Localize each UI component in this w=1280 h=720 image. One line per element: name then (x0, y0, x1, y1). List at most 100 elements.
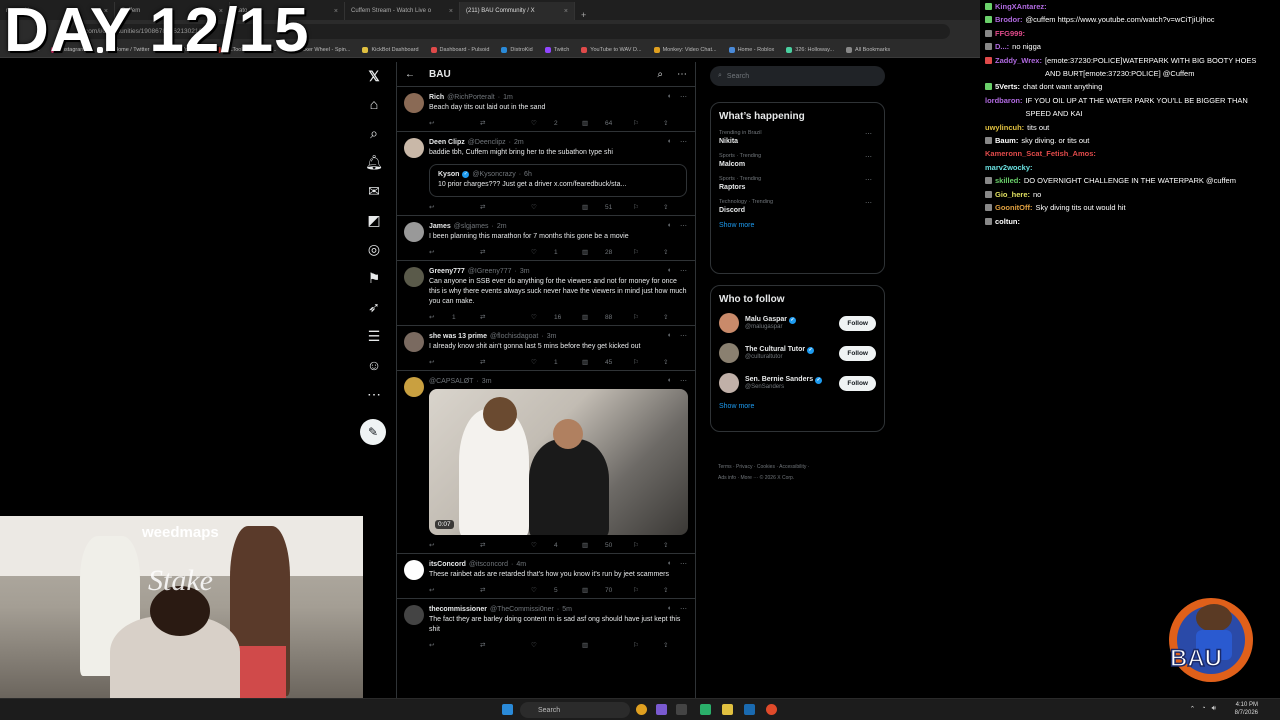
trend-item[interactable]: Technology · Trending Discord ⋯ (719, 199, 876, 214)
views-button[interactable]: ▥ 70 (582, 586, 625, 595)
chat-username[interactable]: Kameronn_Scat_Fetish_Amos: (985, 147, 1096, 160)
follow-button[interactable]: Follow (839, 375, 876, 391)
post-author-handle[interactable]: @CAPSALØT (429, 378, 473, 385)
bookmark-icon[interactable]: ⚐ (633, 248, 653, 256)
reply-button[interactable]: ↩ 1 (429, 313, 472, 322)
bookmark-item[interactable]: DistroKid (501, 46, 533, 53)
back-arrow-icon[interactable]: ← (405, 69, 415, 80)
quoted-post[interactable]: Kyson ✓ @Kysoncrazy · 6h 10 prior charges??? … (429, 164, 687, 197)
chat-username[interactable]: 5Verts: (995, 80, 1020, 93)
views-button[interactable]: ▥ 64 (582, 119, 625, 128)
close-icon[interactable]: × (449, 8, 453, 15)
post-author-name[interactable]: itsConcord (429, 561, 466, 568)
chat-username[interactable]: marv2wocky: (985, 161, 1033, 174)
post-author-handle[interactable]: @flochisdagoat (490, 333, 538, 340)
bookmark-icon[interactable]: ⚐ (633, 358, 653, 366)
post[interactable]: Rich @RichPorteralt · 1m ◐ ⋯ Beach day tits ou… (397, 86, 695, 131)
chat-username[interactable]: D...: (995, 40, 1009, 53)
grok-icon[interactable]: ◩ (364, 210, 384, 230)
bookmark-item[interactable]: 326: Holloway... (786, 46, 834, 53)
discord-icon[interactable] (656, 704, 667, 715)
app-icon[interactable] (676, 704, 687, 715)
post-author-handle[interactable]: @IGreeny777 (468, 268, 512, 275)
like-button[interactable]: ♡ 4 (531, 541, 574, 550)
taskbar-clock[interactable]: 4:10 PM 8/7/2026 (1235, 701, 1258, 717)
reply-button[interactable]: ↩ (429, 641, 472, 649)
more-icon[interactable]: ⋯ (680, 605, 687, 613)
avatar[interactable] (404, 138, 424, 158)
trend-item[interactable]: Trending in Brazil Nikita ⋯ (719, 130, 876, 145)
profile-icon[interactable]: ☺ (364, 355, 384, 375)
post[interactable]: itsConcord @itsconcord · 4m ◐ ⋯ These rainbet … (397, 553, 695, 598)
quoted-post-time[interactable]: 6h (524, 171, 532, 178)
close-icon[interactable]: × (334, 8, 338, 15)
avatar[interactable] (719, 373, 739, 393)
chrome-icon[interactable] (766, 704, 777, 715)
chat-username[interactable]: Gio_here: (995, 188, 1030, 201)
grok-icon[interactable]: ◐ (668, 267, 672, 275)
views-button[interactable]: ▥ 88 (582, 313, 625, 322)
app-icon[interactable] (700, 704, 711, 715)
bookmark-icon[interactable]: ⚐ (633, 313, 653, 321)
post-time[interactable]: 2m (514, 139, 524, 146)
post-time[interactable]: 3m (520, 268, 530, 275)
more-icon[interactable]: ⋯ (680, 560, 687, 568)
post-author-handle[interactable]: @itsconcord (469, 561, 508, 568)
post-time[interactable]: 5m (562, 606, 572, 613)
like-button[interactable]: ♡ 5 (531, 586, 574, 595)
retweet-button[interactable]: ⇄ (480, 248, 523, 256)
post-author-name[interactable]: thecommissioner (429, 606, 487, 613)
views-button[interactable]: ▥ 45 (582, 358, 625, 367)
explore-icon[interactable]: ⌕ (364, 123, 384, 143)
chat-username[interactable]: lordbaron: (985, 94, 1023, 121)
trend-item[interactable]: Sports · Trending Malcom ⋯ (719, 153, 876, 168)
grok-icon[interactable]: ◐ (668, 222, 672, 230)
x-logo-icon[interactable]: 𝕏 (364, 66, 384, 86)
post-author-handle[interactable]: @RichPorteralt (447, 94, 495, 101)
search-input[interactable]: ⌕ Search (710, 66, 885, 86)
avatar[interactable] (404, 267, 424, 287)
start-icon[interactable] (502, 704, 513, 715)
reply-button[interactable]: ↩ (429, 358, 472, 366)
more-icon[interactable]: ⋯ (364, 384, 384, 404)
bookmark-item[interactable]: Home - Roblox (728, 46, 774, 53)
bookmark-icon[interactable]: ⚐ (633, 641, 653, 649)
bookmark-item[interactable]: All Bookmarks (846, 46, 890, 53)
post-time[interactable]: 3m (547, 333, 557, 340)
more-icon[interactable]: ⋯ (680, 332, 687, 340)
more-icon[interactable]: ⋯ (865, 153, 872, 161)
share-icon[interactable]: ⇪ (663, 586, 683, 594)
post-video[interactable]: 0:07 (429, 389, 688, 535)
chat-username[interactable]: KingXAntarez: (995, 0, 1047, 13)
quoted-author-name[interactable]: Kyson (438, 171, 459, 178)
retweet-button[interactable]: ⇄ (480, 586, 523, 594)
like-button[interactable]: ♡ 1 (531, 358, 574, 367)
show-more-link[interactable]: Show more (719, 403, 876, 410)
retweet-button[interactable]: ⇄ (480, 641, 523, 649)
home-icon[interactable]: ⌂ (364, 94, 384, 114)
system-tray[interactable]: ⌃ ◔ 🔊︎ (1189, 705, 1216, 713)
follow-button[interactable]: Follow (839, 345, 876, 361)
avatar[interactable] (404, 560, 424, 580)
chat-username[interactable]: FFG999: (995, 27, 1025, 40)
more-icon[interactable]: ⋯ (680, 267, 687, 275)
post[interactable]: @CAPSALØT · 3m ◐ ⋯ 0:07 ↩ ⇄ ♡ 4 ▥ 50 ⚐ ⇪ (397, 370, 695, 553)
communities-icon[interactable]: ◎ (364, 239, 384, 259)
post-author-name[interactable]: Rich (429, 94, 444, 101)
chat-username[interactable]: Brodor: (995, 13, 1023, 26)
share-icon[interactable]: ⇪ (663, 248, 683, 256)
post-author-handle[interactable]: @TheCommissi0ner (490, 606, 554, 613)
quoted-author-handle[interactable]: @Kysoncrazy (472, 171, 515, 178)
chat-username[interactable]: uwylincuh: (985, 121, 1024, 134)
bookmark-item[interactable]: Twitch (544, 46, 569, 53)
post[interactable]: James @slgjames · 2m ◐ ⋯ I been planning this … (397, 215, 695, 260)
like-button[interactable]: ♡ 2 (531, 119, 574, 128)
chat-username[interactable]: Baum: (995, 134, 1018, 147)
like-button[interactable]: ♡ (531, 641, 574, 649)
grok-icon[interactable]: ◐ (668, 138, 672, 146)
retweet-button[interactable]: ⇄ (480, 203, 523, 211)
avatar[interactable] (719, 343, 739, 363)
bookmark-icon[interactable]: ⚐ (633, 203, 653, 211)
bookmark-item[interactable]: Monkey: Video Chat... (653, 46, 717, 53)
more-icon[interactable]: ⋯ (680, 222, 687, 230)
